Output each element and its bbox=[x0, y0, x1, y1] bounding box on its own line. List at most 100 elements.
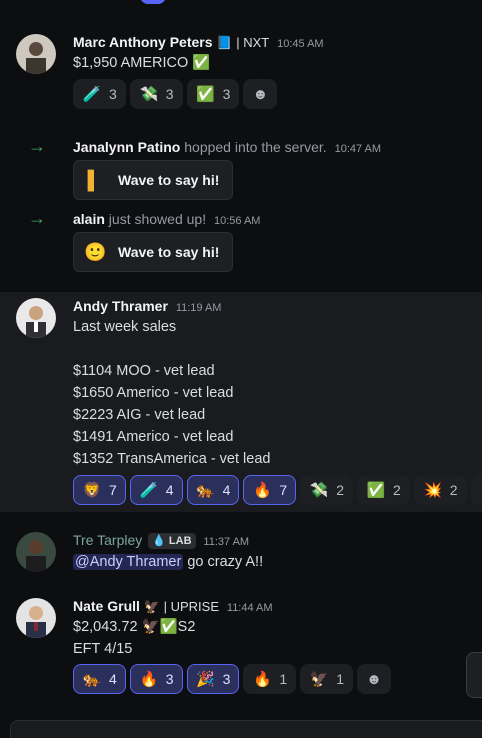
message-text: EFT 4/15 bbox=[73, 641, 133, 657]
tiger-icon: 🐅 bbox=[196, 482, 215, 499]
message-text: @Andy Thramer go crazy A!! bbox=[73, 551, 263, 573]
avatar[interactable] bbox=[16, 598, 56, 638]
username[interactable]: Nate Grull bbox=[73, 598, 140, 614]
reaction-count: 3 bbox=[165, 671, 174, 687]
user-mention[interactable]: @Andy Thramer bbox=[73, 554, 184, 570]
user-flair: 🦅 | UPRISE bbox=[143, 599, 219, 614]
reaction-bar: 🐅 4 🔥 3 🎉 3 🔥 1 🦅 1 ☻ bbox=[73, 664, 391, 694]
reaction[interactable]: 🧪 4 bbox=[129, 475, 183, 505]
lab-flask-icon: 🧪 bbox=[82, 86, 102, 103]
fire-icon: 🔥 bbox=[253, 482, 272, 499]
message-body: go crazy A!! bbox=[183, 554, 264, 570]
reaction[interactable]: ✅ 3 bbox=[186, 79, 240, 109]
username[interactable]: Janalynn Patino bbox=[73, 139, 180, 155]
join-arrow-icon: → bbox=[28, 136, 46, 156]
reaction-count: 2 bbox=[392, 482, 401, 498]
timestamp: 10:47 AM bbox=[334, 143, 382, 155]
avatar[interactable] bbox=[16, 298, 56, 338]
reaction[interactable]: 💸 3 bbox=[129, 79, 183, 109]
message-text: Last week sales bbox=[73, 319, 177, 335]
user-flair: 📘 | NXT bbox=[216, 35, 270, 50]
system-join-message: → alain just showed up! 10:56 AM 🙂 Wave … bbox=[0, 208, 482, 274]
reaction[interactable]: 🧪 3 bbox=[73, 79, 126, 109]
join-action: hopped into the server. bbox=[184, 139, 327, 155]
droplet-icon: 💧 bbox=[152, 535, 166, 547]
message-text: $2223 AIG - vet lead bbox=[73, 407, 206, 423]
join-text: alain just showed up! 10:56 AM bbox=[73, 210, 260, 230]
wave-button[interactable]: ▌ Wave to say hi! bbox=[73, 160, 233, 200]
join-action: just showed up! bbox=[108, 211, 207, 227]
reaction[interactable]: 🦅 1 bbox=[300, 664, 353, 694]
wave-button[interactable]: 🙂 Wave to say hi! bbox=[73, 232, 233, 272]
server-tag[interactable]: 💧 LAB bbox=[148, 533, 196, 549]
reaction[interactable]: 🔥 3 bbox=[129, 664, 183, 694]
timestamp: 10:56 AM bbox=[213, 215, 261, 227]
server-tag-label: LAB bbox=[168, 535, 192, 547]
reaction[interactable]: 💸 2 bbox=[300, 475, 353, 505]
username[interactable]: Marc Anthony Peters bbox=[73, 34, 213, 50]
tiger-icon: 🐅 bbox=[82, 671, 102, 688]
reaction[interactable]: 🔥 1 bbox=[243, 664, 297, 694]
wave-sticker-icon: ▌ bbox=[87, 169, 101, 190]
timestamp: 10:45 AM bbox=[277, 38, 324, 50]
reaction-count: 1 bbox=[279, 671, 288, 687]
reaction-count: 4 bbox=[165, 482, 174, 498]
reaction-count: 3 bbox=[165, 86, 174, 102]
reaction-bar: 🦁7 🧪4 🐅4 🔥7 💸2 ✅2 💥2 ☻ bbox=[73, 475, 482, 505]
reaction[interactable]: 🔥 7 bbox=[243, 475, 297, 505]
message-text: $1104 MOO - vet lead bbox=[73, 363, 215, 379]
avatar[interactable] bbox=[16, 532, 56, 572]
reaction[interactable]: 🦁 7 bbox=[73, 475, 126, 505]
message-text: $1491 Americo - vet lead bbox=[73, 429, 234, 445]
message-header: Nate Grull 🦅 | UPRISE 11:44 AM bbox=[73, 597, 273, 617]
system-join-message: → Janalynn Patino hopped into the server… bbox=[0, 136, 482, 202]
message-text: $1,950 AMERICO ✅ bbox=[73, 55, 211, 71]
add-reaction-button[interactable]: ☻ bbox=[243, 79, 278, 109]
fire-icon: 🔥 bbox=[139, 671, 159, 688]
reaction-count: 3 bbox=[109, 86, 117, 102]
avatar[interactable] bbox=[16, 34, 56, 74]
reaction-bar: 🧪 3 💸 3 ✅ 3 ☻ bbox=[73, 79, 278, 109]
reaction[interactable]: ✅ 2 bbox=[356, 475, 410, 505]
partial-reaction-fragment bbox=[140, 0, 166, 4]
timestamp: 11:37 AM bbox=[203, 536, 250, 548]
check-mark-icon: ✅ bbox=[196, 86, 215, 103]
reaction-count: 4 bbox=[222, 482, 231, 498]
message-nate[interactable]: Nate Grull 🦅 | UPRISE 11:44 AM $2,043.72… bbox=[0, 594, 482, 698]
username[interactable]: Andy Thramer bbox=[73, 298, 168, 314]
message-tre[interactable]: Tre Tarpley 💧 LAB 11:37 AM @Andy Thramer… bbox=[0, 528, 482, 578]
message-header: Tre Tarpley 💧 LAB 11:37 AM bbox=[73, 531, 249, 551]
reaction[interactable]: 🐅 4 bbox=[186, 475, 240, 505]
username[interactable]: Tre Tarpley bbox=[73, 532, 142, 548]
smiley-add-icon: ☻ bbox=[366, 670, 382, 688]
reaction-count: 7 bbox=[109, 482, 117, 498]
timestamp: 11:19 AM bbox=[175, 302, 222, 314]
timestamp: 11:44 AM bbox=[226, 602, 273, 614]
reaction-count: 3 bbox=[222, 86, 231, 102]
smiley-add-icon: ☻ bbox=[252, 85, 269, 103]
message-text: $2,043.72 🦅✅S2 bbox=[73, 619, 196, 635]
message-header: Marc Anthony Peters 📘 | NXT 10:45 AM bbox=[73, 33, 324, 53]
wave-button-label: Wave to say hi! bbox=[118, 244, 220, 260]
money-wings-icon: 💸 bbox=[139, 86, 159, 103]
money-wings-icon: 💸 bbox=[309, 482, 329, 499]
reaction[interactable]: 🐅 4 bbox=[73, 664, 126, 694]
username[interactable]: alain bbox=[73, 211, 105, 227]
message-text: $1650 Americo - vet lead bbox=[73, 385, 234, 401]
add-reaction-button[interactable]: ☻ bbox=[470, 475, 482, 505]
wave-sticker-icon: 🙂 bbox=[84, 241, 107, 262]
message-marc[interactable]: Marc Anthony Peters 📘 | NXT 10:45 AM $1,… bbox=[0, 30, 482, 116]
message-header: Andy Thramer 11:19 AM bbox=[73, 297, 221, 317]
reaction[interactable]: 🎉 3 bbox=[186, 664, 240, 694]
message-andy[interactable]: Andy Thramer 11:19 AM Last week sales $1… bbox=[0, 292, 482, 512]
smiley-add-icon: ☻ bbox=[478, 482, 482, 499]
lion-icon: 🦁 bbox=[82, 482, 102, 499]
add-reaction-button[interactable]: ☻ bbox=[356, 664, 391, 694]
jump-to-present-button[interactable] bbox=[466, 652, 482, 698]
message-input[interactable] bbox=[10, 720, 482, 738]
message-text: $1352 TransAmerica - vet lead bbox=[73, 451, 271, 467]
reaction-count: 2 bbox=[449, 482, 458, 498]
reaction[interactable]: 💥 2 bbox=[413, 475, 467, 505]
lab-flask-icon: 🧪 bbox=[139, 482, 159, 499]
reaction-count: 7 bbox=[279, 482, 288, 498]
